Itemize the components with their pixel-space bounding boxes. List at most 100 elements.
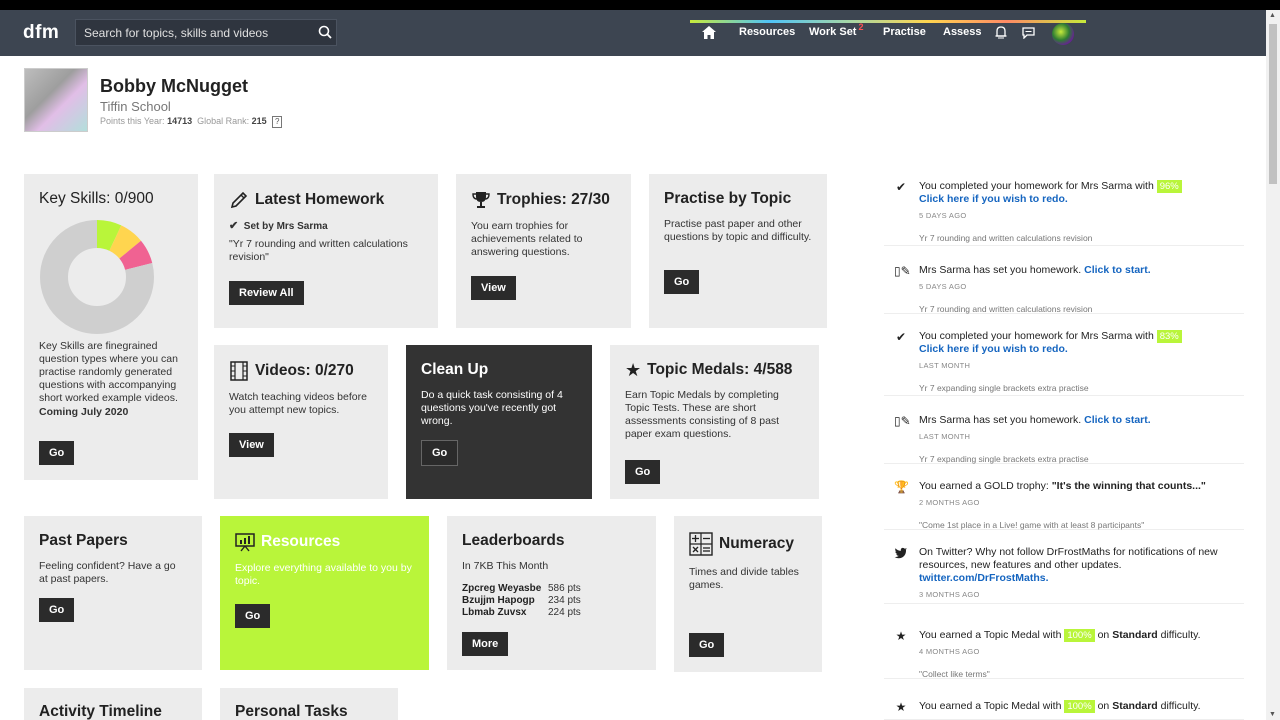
- feed-time: 2 MONTHS AGO: [919, 498, 980, 507]
- videos-title: Videos: 0/270: [255, 362, 354, 379]
- practise-topic-go-button[interactable]: Go: [664, 270, 700, 294]
- feed-item: ▯✎ Mrs Sarma has set you homework. Click…: [884, 408, 1244, 464]
- scroll-up-arrow[interactable]: ▲: [1269, 12, 1276, 19]
- trophy-icon: [472, 192, 490, 208]
- home-icon[interactable]: [702, 26, 716, 39]
- difficulty-label: Standard: [1112, 629, 1158, 641]
- leaderboard-row[interactable]: Bzujjm Hapogp 234 pts: [462, 595, 641, 607]
- key-skills-donut: [40, 220, 154, 334]
- feed-item: ★ You earned a Topic Medal with 100% on …: [884, 623, 1244, 679]
- feed-text-main: Mrs Sarma has set you homework.: [919, 414, 1085, 426]
- review-all-button[interactable]: Review All: [229, 281, 304, 305]
- score-badge: 100%: [1064, 629, 1095, 642]
- card-homework: Latest Homework ✔ Set by Mrs Sarma "Yr 7…: [214, 174, 438, 328]
- search-icon[interactable]: [318, 25, 332, 39]
- feed-item: 🏆 You earned a GOLD trophy: "It's the wi…: [884, 474, 1244, 530]
- feed-text-main: On Twitter? Why not follow DrFrostMaths …: [919, 546, 1218, 571]
- chat-icon[interactable]: [1022, 27, 1035, 39]
- feed-text-main: Mrs Sarma has set you homework.: [919, 264, 1085, 276]
- resources-title: Resources: [261, 533, 341, 550]
- homework-set-by-text: Set by Mrs Sarma: [243, 221, 328, 232]
- feed-item: ▯✎ Mrs Sarma has set you homework. Click…: [884, 258, 1244, 314]
- leaderboard-row[interactable]: Zpcreg Weyasbe 586 pts: [462, 583, 641, 595]
- trophies-title: Trophies: 27/30: [497, 191, 610, 208]
- card-activity-timeline: Activity Timeline: [24, 688, 202, 720]
- nav-assess[interactable]: Assess: [943, 26, 982, 38]
- scroll-down-arrow[interactable]: ▼: [1269, 711, 1276, 718]
- leader-name: Bzujjm Hapogp: [462, 595, 535, 606]
- leaderboards-subtitle: In 7KB This Month: [462, 560, 549, 572]
- past-papers-title: Past Papers: [39, 532, 128, 549]
- nav-practise[interactable]: Practise: [883, 26, 926, 38]
- feed-text: You earned a GOLD trophy: "It's the winn…: [919, 480, 1239, 532]
- calculator-icon: [689, 532, 713, 556]
- feed-time: 5 DAYS AGO: [919, 282, 967, 291]
- feed-text-mid: on: [1094, 629, 1113, 641]
- numeracy-go-button[interactable]: Go: [689, 633, 725, 657]
- homework-set-icon: ▯✎: [894, 414, 911, 428]
- trophy-icon: 🏆: [894, 480, 909, 494]
- homework-set-by: ✔ Set by Mrs Sarma: [229, 220, 423, 233]
- pencil-icon: [230, 191, 248, 209]
- start-link[interactable]: Click to start.: [1084, 414, 1151, 426]
- logo[interactable]: dfm: [23, 22, 59, 44]
- feed-time: 3 MONTHS AGO: [919, 590, 980, 599]
- practise-topic-text: Practise past paper and other questions …: [664, 218, 812, 243]
- rank-value: 215: [251, 116, 267, 126]
- scroll-thumb[interactable]: [1269, 24, 1277, 184]
- score-badge: 100%: [1064, 700, 1095, 713]
- start-link[interactable]: Click to start.: [1084, 264, 1151, 276]
- nav-resources[interactable]: Resources: [739, 26, 795, 38]
- resources-text: Explore everything available to you by t…: [235, 562, 412, 587]
- star-icon: ★: [895, 629, 907, 643]
- key-skills-go-button[interactable]: Go: [39, 441, 75, 465]
- past-papers-text: Feeling confident? Have a go at past pap…: [39, 560, 176, 585]
- homework-set-icon: ▯✎: [894, 264, 911, 278]
- points-value: 14713: [167, 116, 193, 126]
- feed-sub: Yr 7 expanding single brackets extra pra…: [919, 454, 1089, 464]
- score-badge: 83%: [1156, 330, 1182, 343]
- help-icon[interactable]: ?: [272, 116, 283, 128]
- points-label: Points this Year:: [100, 116, 165, 126]
- feed-text: Mrs Sarma has set you homework. Click to…: [919, 414, 1239, 466]
- star-icon: ★: [895, 700, 907, 714]
- card-personal-tasks: Personal Tasks: [220, 688, 398, 720]
- workset-badge: 2: [858, 22, 864, 32]
- feed-time: 5 DAYS AGO: [919, 211, 967, 220]
- redo-link[interactable]: Click here if you wish to redo.: [919, 193, 1068, 205]
- leader-points: 224 pts: [548, 607, 581, 618]
- leader-points: 586 pts: [548, 583, 581, 594]
- medals-go-button[interactable]: Go: [625, 460, 661, 484]
- feed-sub: Yr 7 expanding single brackets extra pra…: [919, 383, 1089, 393]
- top-bar: dfm Resources Work Set2 Practise Assess: [0, 0, 1280, 56]
- cleanup-go-button[interactable]: Go: [421, 440, 459, 466]
- page-scrollbar[interactable]: ▲ ▼: [1266, 10, 1280, 720]
- videos-view-button[interactable]: View: [229, 433, 274, 457]
- leaderboards-more-button[interactable]: More: [462, 632, 509, 656]
- leader-points: 234 pts: [548, 595, 581, 606]
- trophies-view-button[interactable]: View: [471, 276, 516, 300]
- leaderboards-title: Leaderboards: [462, 532, 565, 549]
- profile-avatar[interactable]: [24, 68, 88, 132]
- numeracy-text: Times and divide tables games.: [689, 566, 799, 591]
- resources-go-button[interactable]: Go: [235, 604, 271, 628]
- redo-link[interactable]: Click here if you wish to redo.: [919, 343, 1068, 355]
- twitter-link[interactable]: twitter.com/DrFrostMaths.: [919, 572, 1049, 584]
- tasks-title: Personal Tasks: [235, 703, 348, 720]
- feed-time: LAST MONTH: [919, 432, 971, 441]
- numeracy-title: Numeracy: [719, 535, 794, 552]
- feed-text: You completed your homework for Mrs Sarm…: [919, 330, 1239, 395]
- bell-icon[interactable]: [995, 26, 1007, 39]
- user-avatar[interactable]: [1052, 23, 1074, 45]
- film-icon: [230, 361, 248, 381]
- homework-desc: "Yr 7 rounding and written calculations …: [229, 238, 408, 263]
- feed-text-mid: on: [1094, 700, 1113, 712]
- nav-workset[interactable]: Work Set 2: [809, 22, 864, 38]
- search-input[interactable]: [75, 19, 337, 46]
- feed-text-post: difficulty.: [1157, 629, 1201, 641]
- feed-sub: Yr 7 rounding and written calculations r…: [919, 304, 1093, 314]
- leaderboard-row[interactable]: Lbmab Zuvsx 224 pts: [462, 607, 641, 619]
- card-practise-topic: Practise by Topic Practise past paper an…: [649, 174, 827, 328]
- feed-text-main: You earned a Topic Medal with: [919, 629, 1065, 641]
- past-papers-go-button[interactable]: Go: [39, 598, 75, 622]
